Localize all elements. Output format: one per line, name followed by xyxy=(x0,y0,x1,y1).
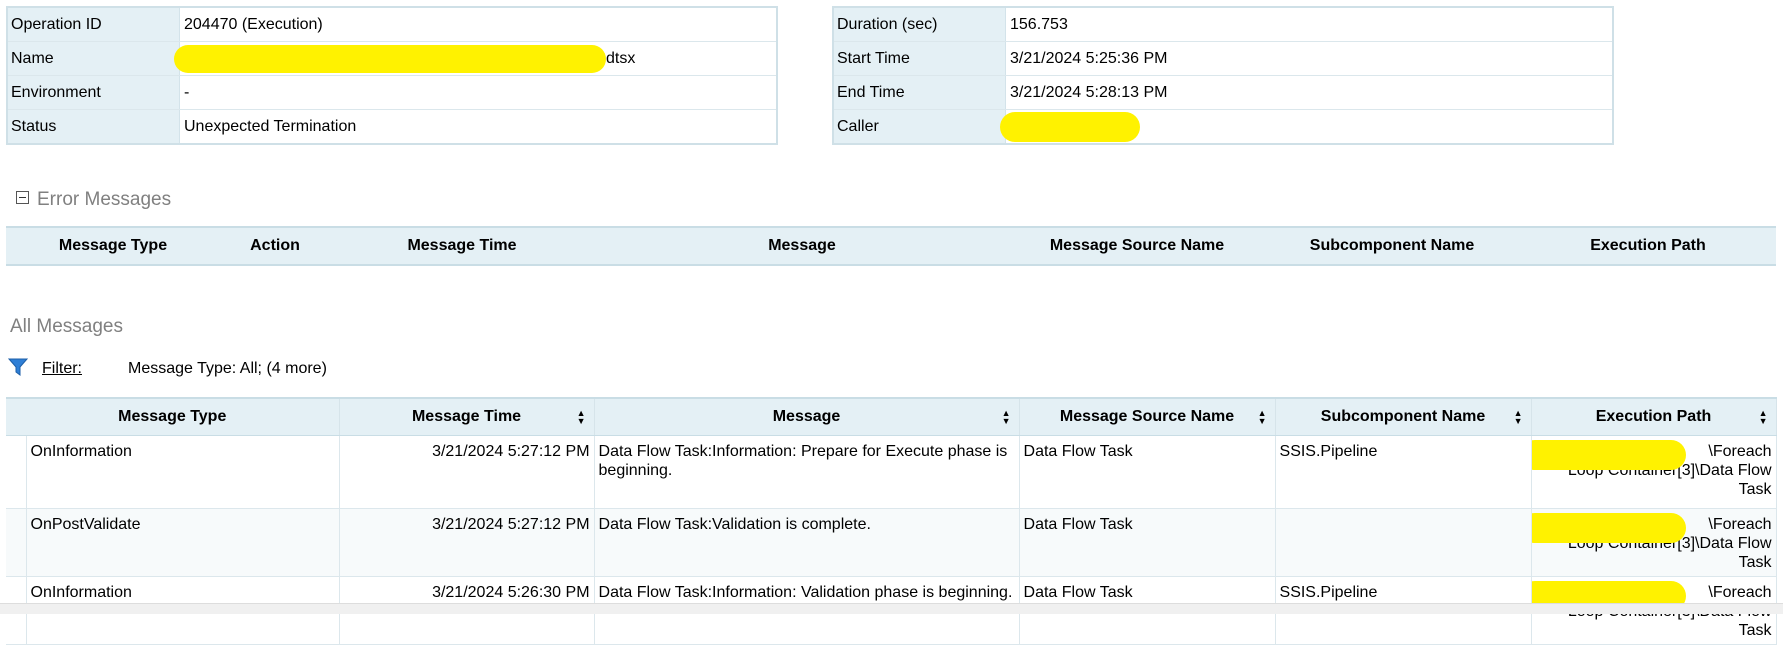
error-col-message-type[interactable]: Message Type xyxy=(6,226,220,266)
end-time-label: End Time xyxy=(833,75,1006,110)
col-subcomponent-name-label: Subcomponent Name xyxy=(1320,408,1486,425)
cell-message-source: Data Flow Task xyxy=(1019,435,1276,509)
operation-id-row: Operation ID 204470 (Execution) xyxy=(7,7,777,42)
sort-icon[interactable]: ▲ ▼ xyxy=(1002,409,1011,426)
operation-id-label: Operation ID xyxy=(7,7,180,42)
duration-value: 156.753 xyxy=(1005,7,1613,42)
redaction-mark xyxy=(1531,440,1686,470)
duration-row: Duration (sec) 156.753 xyxy=(833,7,1613,42)
error-col-execution-path[interactable]: Execution Path xyxy=(1520,226,1776,266)
cell-message: Data Flow Task:Validation is complete. xyxy=(594,508,1020,577)
cell-message: Data Flow Task:Information: Prepare for … xyxy=(594,435,1020,509)
sort-icon[interactable]: ▲ ▼ xyxy=(1258,409,1267,426)
col-message-label: Message xyxy=(772,408,841,425)
cell-message-source: Data Flow Task xyxy=(1019,508,1276,577)
cell-message-time: 3/21/2024 5:27:12 PM xyxy=(339,508,595,577)
col-message-source-name[interactable]: Message Source Name ▲ ▼ xyxy=(1019,397,1276,436)
cell-execution-path: \ForeachLoop Container[3]\Data Flow Task xyxy=(1531,508,1777,577)
cell-message-type: OnPostValidate xyxy=(26,508,340,577)
redaction-mark xyxy=(1531,513,1686,543)
col-message-type[interactable]: Message Type xyxy=(6,397,340,436)
environment-value: - xyxy=(179,75,777,110)
sort-icon[interactable]: ▲ ▼ xyxy=(1514,409,1523,426)
path-line-1: \Foreach xyxy=(1708,516,1772,533)
error-col-message-source-name[interactable]: Message Source Name xyxy=(1010,226,1264,266)
cell-message-type: OnInformation xyxy=(26,435,340,509)
col-message-type-label: Message Type xyxy=(118,408,227,425)
col-message[interactable]: Message ▲ ▼ xyxy=(594,397,1020,436)
filter-summary: Message Type: All; (4 more) xyxy=(128,360,327,377)
error-col-action[interactable]: Action xyxy=(220,226,330,266)
table-row[interactable]: OnPostValidate 3/21/2024 5:27:12 PM Data… xyxy=(6,508,1777,577)
col-subcomponent-name[interactable]: Subcomponent Name ▲ ▼ xyxy=(1275,397,1532,436)
horizontal-scrollbar[interactable] xyxy=(0,603,1783,614)
col-execution-path[interactable]: Execution Path ▲ ▼ xyxy=(1531,397,1777,436)
name-value-suffix: dtsx xyxy=(606,49,636,67)
filter-link[interactable]: Filter: xyxy=(42,360,82,377)
path-line-1: \Foreach xyxy=(1708,584,1772,601)
cell-subcomponent: SSIS.Pipeline xyxy=(1275,435,1532,509)
end-time-value: 3/21/2024 5:28:13 PM xyxy=(1005,75,1613,110)
error-messages-title: Error Messages xyxy=(37,189,172,210)
col-message-source-name-label: Message Source Name xyxy=(1059,408,1235,425)
start-time-label: Start Time xyxy=(833,41,1006,76)
start-time-row: Start Time 3/21/2024 5:25:36 PM xyxy=(833,41,1613,76)
error-col-subcomponent-name[interactable]: Subcomponent Name xyxy=(1264,226,1520,266)
filter-icon[interactable] xyxy=(8,357,28,377)
filter-bar: Filter: Message Type: All; (4 more) xyxy=(8,357,327,378)
environment-label: Environment xyxy=(7,75,180,110)
status-row: Status Unexpected Termination xyxy=(7,109,777,144)
collapse-icon[interactable] xyxy=(16,191,29,204)
end-time-row: End Time 3/21/2024 5:28:13 PM xyxy=(833,75,1613,110)
operation-id-value: 204470 (Execution) xyxy=(179,7,777,42)
cell-execution-path: \ForeachLoop Container[3]\Data Flow Task xyxy=(1531,435,1777,509)
caller-label: Caller xyxy=(833,109,1006,144)
caller-value xyxy=(1000,110,1614,145)
row-gutter xyxy=(6,435,27,509)
col-execution-path-label: Execution Path xyxy=(1595,408,1712,425)
all-messages-title: All Messages xyxy=(10,316,123,337)
path-line-1: \Foreach xyxy=(1708,443,1772,460)
environment-row: Environment - xyxy=(7,75,777,110)
overview-table-left: Operation ID 204470 (Execution) Name dts… xyxy=(6,6,778,145)
error-col-message-time[interactable]: Message Time xyxy=(330,226,594,266)
name-label: Name xyxy=(7,41,180,76)
cell-message-time: 3/21/2024 5:27:12 PM xyxy=(339,435,595,509)
redaction-mark xyxy=(1000,111,1140,142)
error-messages-grid: Message Type Action Message Time Message… xyxy=(6,226,1776,266)
status-value: Unexpected Termination xyxy=(184,117,357,135)
col-message-time-label: Message Time xyxy=(411,408,522,425)
name-row: Name dtsx xyxy=(7,41,777,76)
redaction-mark xyxy=(174,44,606,73)
status-label: Status xyxy=(7,109,180,144)
table-row[interactable]: OnInformation 3/21/2024 5:27:12 PM Data … xyxy=(6,435,1777,509)
error-col-message[interactable]: Message xyxy=(594,226,1010,266)
row-gutter xyxy=(6,508,27,577)
name-value: dtsx xyxy=(174,41,777,76)
duration-label: Duration (sec) xyxy=(833,7,1006,42)
caller-row: Caller xyxy=(833,109,1614,145)
sort-icon[interactable]: ▲ ▼ xyxy=(1759,409,1768,426)
overview-table-right: Duration (sec) 156.753 Start Time 3/21/2… xyxy=(832,6,1614,145)
start-time-value: 3/21/2024 5:25:36 PM xyxy=(1005,41,1613,76)
error-messages-header[interactable]: Error Messages xyxy=(16,189,171,211)
sort-icon[interactable]: ▲ ▼ xyxy=(577,409,586,426)
col-message-time[interactable]: Message Time ▲ ▼ xyxy=(339,397,595,436)
cell-subcomponent xyxy=(1275,508,1532,577)
